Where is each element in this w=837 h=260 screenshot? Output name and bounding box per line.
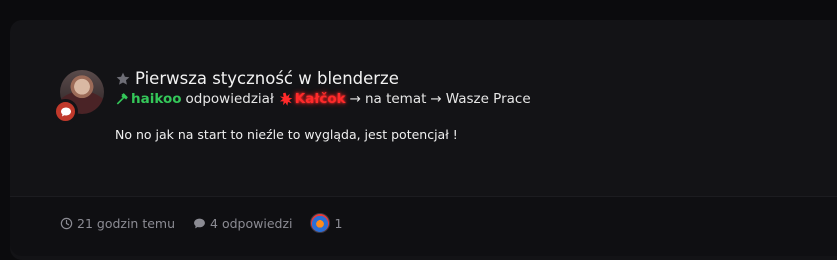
activity-stats: 21 godzin temu 4 odpowiedzi 1 <box>60 213 342 233</box>
reply-verb: odpowiedział <box>185 91 274 107</box>
star-icon[interactable] <box>115 71 131 87</box>
topic-title-row: Pierwsza styczność w blenderze <box>115 69 399 88</box>
post-excerpt: No no jak na start to nieźle to wygląda,… <box>115 127 458 142</box>
time-ago[interactable]: 21 godzin temu <box>60 216 175 231</box>
reply-badge <box>53 99 78 124</box>
on-topic-text: na temat <box>364 91 427 107</box>
splat-icon <box>279 92 293 106</box>
hammer-icon <box>116 93 128 105</box>
participants[interactable]: 1 <box>310 213 342 233</box>
forum-link[interactable]: Wasze Prace <box>446 91 531 107</box>
topic-title[interactable]: Pierwsza styczność w blenderze <box>135 69 399 88</box>
replied-to-name: Kałčok <box>294 91 346 107</box>
replies-text: 4 odpowiedzi <box>210 215 293 231</box>
replies-count[interactable]: 4 odpowiedzi <box>193 216 292 231</box>
participant-avatar[interactable] <box>310 213 331 233</box>
chat-bubble-icon <box>60 107 71 116</box>
participants-count: 1 <box>334 215 343 231</box>
time-ago-text: 21 godzin temu <box>77 215 176 231</box>
activity-meta: haikoo odpowiedział Kałčok → na temat → … <box>115 91 531 107</box>
replied-to-link[interactable]: Kałčok <box>278 91 346 107</box>
clock-icon <box>60 217 73 229</box>
replier-name: haikoo <box>131 91 182 107</box>
arrow-1: → <box>349 91 361 107</box>
replier-link[interactable]: haikoo <box>115 91 182 107</box>
arrow-2: → <box>430 91 442 107</box>
comment-icon <box>194 218 205 228</box>
